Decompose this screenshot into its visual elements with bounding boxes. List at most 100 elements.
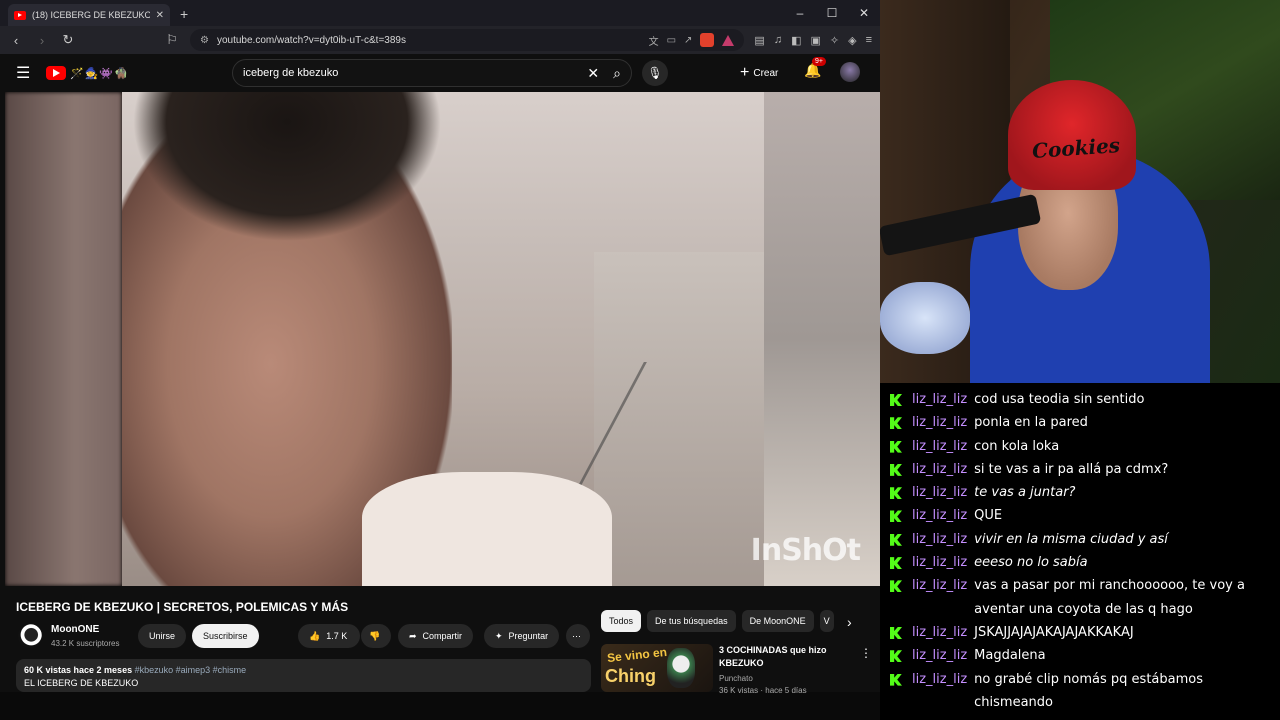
guide-menu-icon[interactable]: ☰ [16,63,40,83]
chat-text: vas a pasar por mi ranchoooooo, te voy a… [974,578,1245,617]
search-box[interactable]: iceberg de kbezuko ✕ ⌕ [232,59,632,87]
plus-icon: + [740,64,750,81]
new-tab-icon[interactable]: + [180,6,188,22]
chat-username[interactable]: liz_liz_liz [912,574,967,597]
subscriber-count: 43.2 K suscriptores [51,639,120,648]
youtube-logo-icon[interactable] [46,66,66,80]
reload-icon[interactable]: ↻ [60,32,76,48]
chat-message: liz_liz_liz JSKAJJAJAJAKAJAJAKKAKAJ [890,621,1270,644]
video-frame [122,92,774,586]
description-meta: 60 K vistas hace 2 meses #kbezuko #aimep… [24,665,583,675]
maximize-icon[interactable]: ☐ [816,0,848,26]
recommended-title[interactable]: 3 COCHINADAS que hizo KBEZUKO [719,644,849,670]
subscribe-button[interactable]: Suscribirse [192,624,259,648]
url-text[interactable]: youtube.com/watch?v=dyt0ib-uT-c&t=389s [217,35,641,46]
kick-badge-icon [890,463,902,476]
chat-text: si te vas a ir pa allá pa cdmx? [974,461,1169,477]
kick-badge-icon [890,650,902,663]
wallet-icon[interactable]: ▣ [810,34,820,47]
chat-message: liz_liz_liz QUE [890,504,1270,527]
minimize-icon[interactable]: – [784,0,816,26]
like-button[interactable]: 👍 1.7 K [298,624,360,648]
share-button[interactable]: ➦ Compartir [398,624,474,648]
hashtags[interactable]: #kbezuko #aimep3 #chisme [135,665,247,675]
share-arrow-icon: ➦ [409,630,417,641]
more-actions-button[interactable]: ⋯ [566,624,590,648]
channel-name[interactable]: MoonONE [51,624,99,635]
chat-username[interactable]: liz_liz_liz [912,528,967,551]
description-box[interactable]: 60 K vistas hace 2 meses #kbezuko #aimep… [16,659,591,692]
site-info-icon[interactable]: ⚙ [200,35,209,46]
bookmark-icon[interactable]: ⚐ [164,32,180,48]
voice-search-icon[interactable]: 🎙 [642,60,668,86]
menu-icon[interactable]: ≡ [866,34,872,47]
ai-icon[interactable]: ✧ [830,34,839,47]
dislike-button[interactable]: 👎 [361,624,391,648]
clear-search-icon[interactable]: ✕ [587,65,599,82]
back-icon[interactable]: ‹ [8,33,24,48]
chevron-right-icon[interactable]: › [847,614,852,630]
cast-icon[interactable]: ▭ [667,35,676,46]
chat-username[interactable]: liz_liz_liz [912,481,967,504]
chat-username[interactable]: liz_liz_liz [912,551,967,574]
youtube-favicon-icon [14,10,26,20]
chat-message: liz_liz_liz Magdalena [890,644,1270,667]
inshot-watermark: InShOt [750,533,861,568]
browser-tab[interactable]: (18) ICEBERG DE KBEZUKO | SECR ✕ [8,4,170,26]
brave-rewards-icon[interactable] [722,34,735,46]
create-button[interactable]: + Crear [740,60,778,86]
video-person-hair [132,92,442,242]
chat-username[interactable]: liz_liz_liz [912,621,967,644]
chat-message: liz_liz_liz ponla en la pared [890,411,1270,434]
chat-text: vivir en la misma ciudad y así [974,531,1168,547]
tab-bar: (18) ICEBERG DE KBEZUKO | SECR ✕ + – ☐ ✕ [0,0,880,26]
forward-icon[interactable]: › [34,33,50,48]
more-vert-icon[interactable]: ⋮ [860,646,872,660]
chat-message: liz_liz_liz vivir en la misma ciudad y as… [890,528,1270,551]
search-icon[interactable]: ⌕ [613,65,621,82]
chat-username[interactable]: liz_liz_liz [912,435,967,458]
video-blur-left [5,92,122,586]
sidebar-icon[interactable]: ◧ [791,34,801,47]
chat-username[interactable]: liz_liz_liz [912,644,967,667]
account-avatar[interactable] [840,62,860,82]
cam-plush-toy [880,282,970,354]
chat-message: liz_liz_liz vas a pasar por mi ranchooooo… [890,574,1270,621]
channel-avatar[interactable] [18,624,42,648]
recommended-channel[interactable]: Punchato [719,674,753,683]
kick-badge-icon [890,440,902,453]
chat-username[interactable]: liz_liz_liz [912,388,967,411]
chip-todos[interactable]: Todos [601,610,642,632]
thumb-text-1: Se vino en [606,644,668,666]
chat-text: ponla en la pared [974,415,1088,431]
chat-username[interactable]: liz_liz_liz [912,504,967,527]
chip-partial[interactable]: V [819,610,834,632]
chat-message: liz_liz_liz te vas a juntar? [890,481,1270,504]
search-input[interactable]: iceberg de kbezuko [243,67,587,79]
address-field[interactable]: ⚙ youtube.com/watch?v=dyt0ib-uT-c&t=389s… [190,29,745,51]
ask-button[interactable]: ✦ Preguntar [484,624,560,648]
translate-icon[interactable]: 文 [649,33,659,48]
kick-badge-icon [890,533,902,546]
share-icon[interactable]: ↗ [684,35,692,46]
chat-username[interactable]: liz_liz_liz [912,668,967,691]
recommended-thumbnail[interactable]: Se vino en Ching [601,644,713,692]
brave-shield-icon[interactable] [700,33,715,47]
chip-de-tus-busquedas[interactable]: De tus búsquedas [647,610,736,632]
kick-badge-icon [890,394,902,406]
close-window-icon[interactable]: ✕ [848,0,880,26]
view-stats: 60 K vistas hace 2 meses [24,665,133,675]
video-player[interactable]: InShOt [5,92,880,586]
close-tab-icon[interactable]: ✕ [156,10,164,21]
chat-text: no grabé clip nomás pq estábamos chismea… [974,671,1203,710]
chat-username[interactable]: liz_liz_liz [912,458,967,481]
music-icon[interactable]: ♫ [774,34,782,47]
chat-username[interactable]: liz_liz_liz [912,411,967,434]
vpn-icon[interactable]: ◈ [848,34,856,47]
share-label: Compartir [422,631,463,641]
window-controls: – ☐ ✕ [784,0,880,26]
join-button[interactable]: Unirse [138,624,187,648]
reader-icon[interactable]: ▤ [754,34,764,47]
webcam-overlay: Cookies [880,0,1280,383]
chip-de-moonone[interactable]: De MoonONE [741,610,814,632]
